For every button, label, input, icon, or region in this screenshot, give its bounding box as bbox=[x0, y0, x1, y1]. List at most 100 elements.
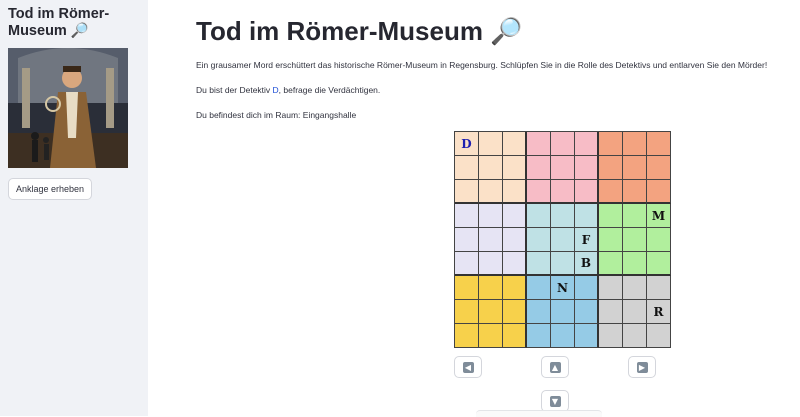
board-cell bbox=[503, 180, 527, 204]
board-cell bbox=[479, 324, 503, 348]
board-cell bbox=[575, 180, 599, 204]
board-cell bbox=[623, 132, 647, 156]
detective-illustration bbox=[8, 48, 128, 168]
board-cell bbox=[575, 276, 599, 300]
page-title: Tod im Römer-Museum 🔎 bbox=[196, 16, 523, 46]
board-cell bbox=[527, 324, 551, 348]
board-cell bbox=[503, 204, 527, 228]
detective-suffix: , befrage die Verdächtigen. bbox=[278, 85, 381, 95]
board-cell bbox=[599, 252, 623, 276]
board-cell bbox=[647, 228, 671, 252]
move-right-button[interactable]: ▶ bbox=[628, 356, 656, 378]
board-cell bbox=[599, 228, 623, 252]
accuse-button[interactable]: Anklage erheben bbox=[8, 178, 93, 200]
board-cell bbox=[527, 204, 551, 228]
board-cell bbox=[455, 276, 479, 300]
board-cell bbox=[479, 276, 503, 300]
board-cell bbox=[503, 156, 527, 180]
board-cell bbox=[479, 156, 503, 180]
board-cell bbox=[503, 132, 527, 156]
board-cell bbox=[455, 252, 479, 276]
current-room-text: Du befindest dich im Raum: Eingangshalle bbox=[196, 110, 357, 120]
board-cell bbox=[575, 324, 599, 348]
board-cell bbox=[527, 276, 551, 300]
board-cell bbox=[479, 132, 503, 156]
board-cell bbox=[527, 180, 551, 204]
move-up-button[interactable]: ▲ bbox=[541, 356, 569, 378]
board-cell bbox=[623, 180, 647, 204]
suspect-piece: B bbox=[580, 256, 592, 270]
board-cell bbox=[623, 252, 647, 276]
suspect-piece: F bbox=[581, 232, 591, 247]
board-cell bbox=[623, 204, 647, 228]
board-cell: B bbox=[575, 252, 599, 276]
board-cell bbox=[599, 204, 623, 228]
board-cell bbox=[527, 132, 551, 156]
board-cell bbox=[455, 180, 479, 204]
board-cell bbox=[551, 252, 575, 276]
board-cell bbox=[575, 156, 599, 180]
arrow-up-icon: ▲ bbox=[549, 361, 561, 373]
board-cell bbox=[623, 300, 647, 324]
detective-piece: D bbox=[461, 136, 472, 151]
board-cell: D bbox=[455, 132, 479, 156]
board-cell bbox=[551, 300, 575, 324]
board-cell bbox=[599, 324, 623, 348]
detective-text: Du bist der Detektiv D, befrage die Verd… bbox=[196, 85, 380, 95]
arrow-down-icon: ▼ bbox=[549, 395, 561, 407]
board-cell bbox=[455, 204, 479, 228]
board-cell: N bbox=[551, 276, 575, 300]
board-cell bbox=[599, 180, 623, 204]
game-board: D M FBN R bbox=[454, 131, 671, 348]
board-cell bbox=[551, 180, 575, 204]
board-cell bbox=[455, 324, 479, 348]
board-cell bbox=[647, 252, 671, 276]
arrow-left-icon: ◀ bbox=[462, 361, 474, 373]
board-cell bbox=[479, 300, 503, 324]
board-cell bbox=[575, 204, 599, 228]
board-cell bbox=[623, 228, 647, 252]
board-cell bbox=[503, 324, 527, 348]
board-cell bbox=[647, 156, 671, 180]
board-cell bbox=[479, 252, 503, 276]
intro-text: Ein grausamer Mord erschüttert das histo… bbox=[196, 60, 768, 70]
board-cell bbox=[551, 324, 575, 348]
board-cell bbox=[623, 156, 647, 180]
board-cell: F bbox=[575, 228, 599, 252]
sidebar: Tod im Römer-Museum 🔎 Anklage erheben bbox=[0, 0, 148, 416]
board-cell bbox=[503, 300, 527, 324]
board-cell bbox=[599, 132, 623, 156]
board-cell bbox=[503, 252, 527, 276]
board-cell bbox=[527, 156, 551, 180]
board-cell bbox=[551, 156, 575, 180]
suspect-piece: M bbox=[651, 208, 666, 223]
move-down-button[interactable]: ▼ bbox=[541, 390, 569, 412]
board-cell bbox=[503, 276, 527, 300]
board-cell: M bbox=[647, 204, 671, 228]
move-left-button[interactable]: ◀ bbox=[454, 356, 482, 378]
board-cell bbox=[575, 300, 599, 324]
board-cell bbox=[551, 132, 575, 156]
arrow-right-icon: ▶ bbox=[636, 361, 648, 373]
suspect-piece: R bbox=[653, 304, 664, 319]
board-cell bbox=[599, 276, 623, 300]
suspect-piece: N bbox=[557, 280, 568, 295]
board-cell bbox=[551, 204, 575, 228]
board-cell bbox=[455, 300, 479, 324]
board-cell bbox=[527, 252, 551, 276]
detective-prefix: Du bist der Detektiv bbox=[196, 85, 273, 95]
board-cell bbox=[551, 228, 575, 252]
board-cell bbox=[647, 276, 671, 300]
board-cell bbox=[479, 204, 503, 228]
board-cell bbox=[599, 156, 623, 180]
board-cell bbox=[647, 180, 671, 204]
board-cell bbox=[479, 180, 503, 204]
board-cell bbox=[575, 132, 599, 156]
board-cell bbox=[599, 300, 623, 324]
board-cell bbox=[527, 300, 551, 324]
board-cell bbox=[623, 324, 647, 348]
board-cell: R bbox=[647, 300, 671, 324]
board-cell bbox=[647, 324, 671, 348]
board-cell bbox=[455, 228, 479, 252]
board-cell bbox=[503, 228, 527, 252]
